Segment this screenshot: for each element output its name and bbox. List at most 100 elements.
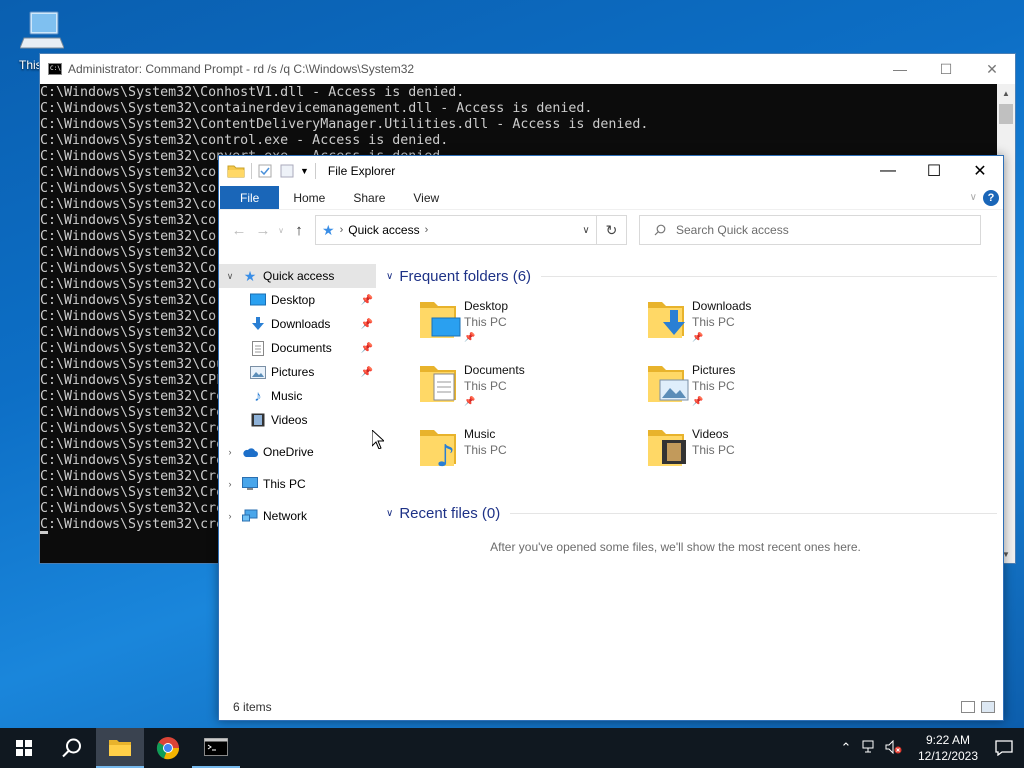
start-button[interactable] — [0, 728, 48, 768]
taskbar-chrome[interactable] — [144, 728, 192, 768]
nav-item-downloads[interactable]: Downloads 📌 — [219, 312, 376, 336]
breadcrumb-separator-icon[interactable]: › — [340, 224, 344, 236]
nav-item-pictures[interactable]: Pictures 📌 — [219, 360, 376, 384]
search-input[interactable]: Search Quick access — [676, 223, 789, 237]
search-box[interactable]: Search Quick access — [639, 215, 981, 245]
clock[interactable]: 9:22 AM 12/12/2023 — [912, 732, 984, 764]
folder-name: Downloads — [692, 299, 752, 313]
folder-tile-desktop[interactable]: Desktop This PC 📌 — [418, 296, 646, 360]
explorer-titlebar[interactable]: ▼ File Explorer — ☐ ✕ — [219, 156, 1003, 186]
explorer-maximize-button[interactable]: ☐ — [911, 156, 957, 186]
documents-folder-icon — [420, 366, 456, 402]
monitor-icon — [241, 476, 259, 492]
search-button[interactable] — [48, 728, 96, 768]
folder-tile-music[interactable]: ♪ Music This PC — [418, 424, 646, 488]
collapse-chevron-icon[interactable]: ∨ — [386, 271, 393, 282]
ribbon-tabs: File Home Share View ∨ ? — [219, 186, 1003, 210]
downloads-folder-icon — [648, 302, 685, 338]
collapse-chevron-icon[interactable]: ∨ — [219, 271, 241, 282]
file-explorer-window[interactable]: ▼ File Explorer — ☐ ✕ File Home Share Vi… — [218, 155, 1004, 721]
nav-label: OneDrive — [263, 445, 314, 459]
collapse-chevron-icon[interactable]: ∨ — [386, 508, 393, 519]
folder-tile-pictures[interactable]: Pictures This PC 📌 — [646, 360, 874, 424]
tab-home[interactable]: Home — [279, 186, 339, 209]
new-folder-icon[interactable] — [280, 156, 294, 186]
cmd-output-line: C:\Windows\System32\containerdevicemanag… — [40, 101, 593, 116]
cmd-title: Administrator: Command Prompt - rd /s /q… — [68, 62, 415, 76]
chevron-up-icon[interactable]: ⌃ — [834, 740, 858, 756]
address-bar[interactable]: ★ › Quick access › ∨ — [315, 215, 597, 245]
up-arrow-icon[interactable]: ↑ — [287, 222, 311, 239]
pictures-folder-icon — [648, 366, 689, 402]
volume-muted-icon[interactable] — [882, 739, 906, 757]
item-count: 6 items — [233, 700, 272, 714]
tab-share[interactable]: Share — [339, 186, 399, 209]
breadcrumb-quick-access[interactable]: Quick access — [348, 223, 419, 237]
folder-name: Pictures — [692, 363, 736, 377]
expand-ribbon-icon[interactable]: ∨ — [970, 192, 977, 209]
download-arrow-icon — [249, 316, 267, 332]
cmd-titlebar[interactable]: Administrator: Command Prompt - rd /s /q… — [40, 54, 1015, 84]
cloud-icon — [241, 444, 259, 460]
cmd-output-line: C:\Windows\System32\ContentDeliveryManag… — [40, 117, 649, 132]
folder-icon — [109, 740, 131, 756]
recent-locations-icon[interactable]: ∨ — [275, 226, 287, 235]
large-icons-view-icon[interactable] — [981, 701, 995, 713]
nav-onedrive[interactable]: › OneDrive — [219, 440, 376, 464]
nav-label: Quick access — [263, 269, 335, 283]
explorer-minimize-button[interactable]: — — [865, 156, 911, 186]
details-view-icon[interactable] — [961, 701, 975, 713]
windows-logo-icon — [16, 740, 32, 756]
explorer-title: File Explorer — [327, 164, 396, 178]
explorer-close-button[interactable]: ✕ — [957, 156, 1003, 186]
properties-icon[interactable] — [258, 156, 272, 186]
expand-chevron-icon[interactable]: › — [219, 511, 241, 521]
nav-this-pc[interactable]: › This PC — [219, 472, 376, 496]
address-dropdown-icon[interactable]: ∨ — [576, 225, 596, 236]
folder-location: This PC — [692, 379, 735, 393]
forward-arrow-icon[interactable]: → — [251, 222, 275, 239]
frequent-folders-header[interactable]: ∨ Frequent folders (6) — [386, 264, 997, 288]
folder-location: This PC — [464, 315, 507, 329]
nav-item-desktop[interactable]: Desktop 📌 — [219, 288, 376, 312]
nav-quick-access[interactable]: ∨ ★ Quick access — [219, 264, 376, 288]
nav-item-videos[interactable]: Videos — [219, 408, 376, 432]
pin-icon: 📌 — [360, 294, 373, 306]
customize-toolbar-icon[interactable]: ▼ — [300, 156, 309, 186]
taskbar-file-explorer[interactable] — [96, 728, 144, 768]
notifications-button[interactable] — [984, 740, 1024, 756]
tab-view[interactable]: View — [399, 186, 453, 209]
folder-tile-documents[interactable]: Documents This PC 📌 — [418, 360, 646, 424]
refresh-button[interactable]: ↻ — [597, 215, 627, 245]
cmd-maximize-button[interactable]: ☐ — [923, 54, 969, 84]
recent-files-header[interactable]: ∨ Recent files (0) — [386, 501, 997, 525]
cmd-minimize-button[interactable]: — — [877, 54, 923, 84]
svg-text:♪: ♪ — [436, 439, 455, 472]
nav-label: Downloads — [271, 317, 331, 331]
nav-item-documents[interactable]: Documents 📌 — [219, 336, 376, 360]
nav-item-music[interactable]: ♪ Music — [219, 384, 376, 408]
film-icon — [249, 412, 267, 428]
folder-name: Documents — [464, 363, 525, 377]
cmd-scroll-thumb[interactable] — [999, 104, 1013, 124]
taskbar-command-prompt[interactable] — [192, 728, 240, 768]
folder-tile-downloads[interactable]: Downloads This PC 📌 — [646, 296, 874, 360]
cmd-close-button[interactable]: ✕ — [969, 54, 1015, 84]
videos-folder-icon — [648, 430, 686, 466]
expand-chevron-icon[interactable]: › — [219, 447, 241, 457]
back-arrow-icon[interactable]: ← — [227, 222, 251, 239]
tab-file[interactable]: File — [220, 186, 280, 209]
frequent-folders-grid: Desktop This PC 📌 Downloads This PC 📌 Document… — [418, 296, 997, 488]
expand-chevron-icon[interactable]: › — [219, 479, 241, 489]
nav-label: Documents — [271, 341, 332, 355]
network-status-icon[interactable] — [858, 740, 882, 757]
help-icon[interactable]: ? — [983, 190, 999, 206]
desktop-icon — [249, 292, 267, 308]
desktop-folder-icon — [420, 302, 461, 338]
nav-network[interactable]: › Network — [219, 504, 376, 528]
folder-tile-videos[interactable]: Videos This PC — [646, 424, 874, 488]
cmd-scroll-up-icon[interactable]: ▲ — [997, 84, 1015, 102]
folder-name: Music — [464, 427, 496, 441]
breadcrumb-chevron-icon[interactable]: › — [425, 224, 429, 236]
pin-icon: 📌 — [464, 332, 476, 342]
